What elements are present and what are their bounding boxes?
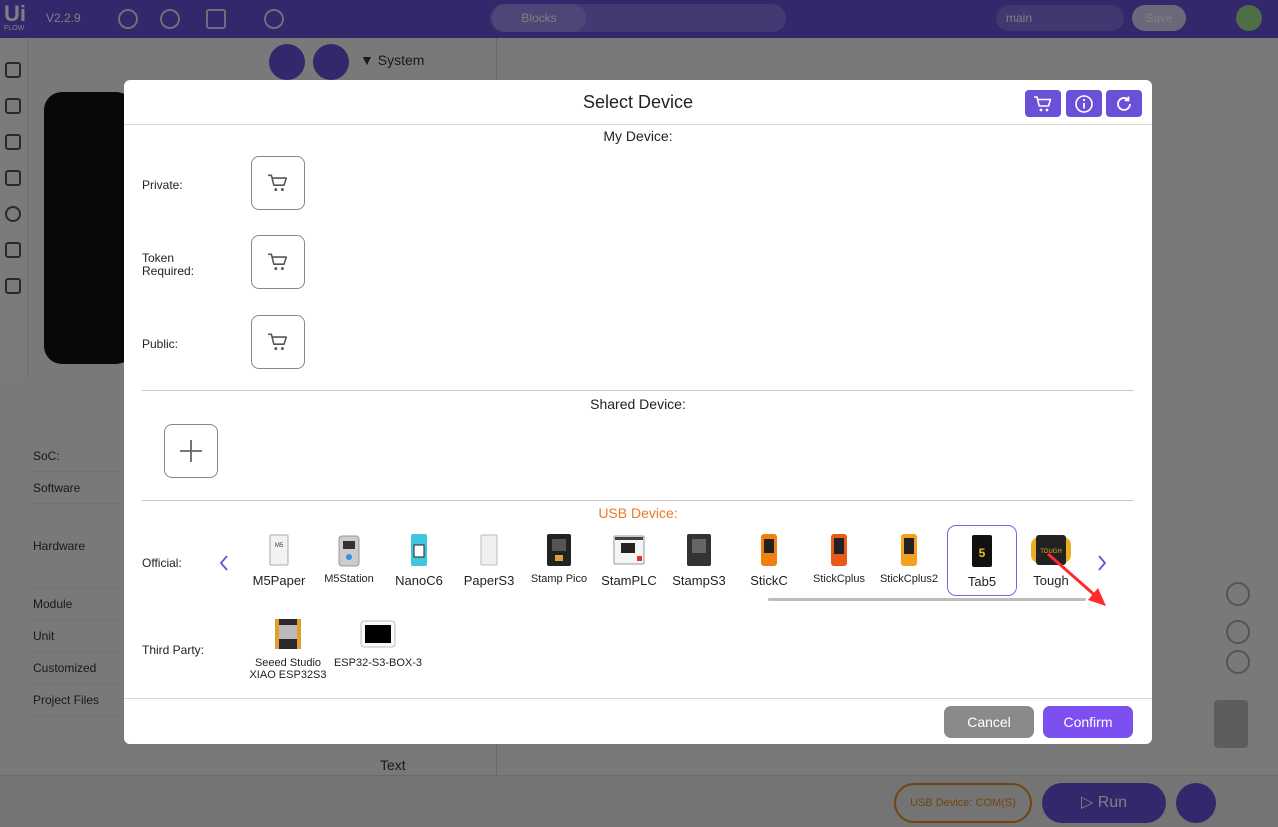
nanoc6-device-icon — [411, 534, 427, 566]
usb-device-title: USB Device: — [598, 505, 678, 521]
svg-text:5: 5 — [979, 546, 986, 560]
cart-icon — [1034, 95, 1052, 111]
divider — [142, 390, 1134, 391]
stickc-device-icon — [761, 534, 777, 566]
info-icon — [1075, 94, 1093, 113]
cart-icon — [268, 174, 288, 192]
private-label: Private: — [142, 178, 183, 192]
add-shared-device-button[interactable] — [164, 424, 218, 478]
token-required-label: Token Required: — [142, 251, 195, 278]
svg-text:M5: M5 — [275, 543, 284, 549]
device-name: StickC — [750, 573, 788, 588]
device-stamp-pico[interactable]: Stamp Pico — [525, 525, 593, 595]
device-stickc[interactable]: StickC — [735, 525, 803, 595]
refresh-icon — [1117, 96, 1131, 111]
annotation-arrow-icon — [1047, 552, 1106, 606]
confirm-button[interactable]: Confirm — [1043, 706, 1133, 738]
stickcplus-device-icon — [831, 534, 847, 566]
papers3-device-icon — [480, 534, 498, 566]
shared-device-title: Shared Device: — [590, 396, 686, 412]
third-party-label: Third Party: — [142, 643, 205, 657]
m5station-device-icon — [338, 535, 360, 567]
cart-icon — [268, 253, 288, 271]
device-m5station[interactable]: M5Station — [315, 525, 383, 595]
device-name: StampS3 — [672, 573, 726, 588]
device-list-scrollbar[interactable] — [768, 598, 1086, 601]
device-name: M5Station — [324, 573, 374, 585]
xiao-esp32s3-device-icon — [275, 619, 301, 649]
divider — [142, 500, 1134, 501]
scroll-left-button[interactable] — [216, 552, 232, 574]
device-name: NanoC6 — [395, 573, 443, 588]
m5paper-device-icon: M5 — [269, 534, 289, 566]
private-store-button[interactable] — [251, 156, 305, 210]
device-name: StamPLC — [601, 573, 657, 588]
dialog-footer: Cancel Confirm — [124, 698, 1152, 744]
device-xiao-esp32s3[interactable]: Seeed Studio XIAO ESP32S3 — [246, 616, 330, 686]
cart-icon — [268, 333, 288, 351]
device-name: StickCplus — [813, 573, 865, 585]
stamps3-device-icon — [687, 534, 711, 566]
select-device-dialog: Select Device My Device: Private: Token … — [124, 80, 1152, 744]
device-m5paper[interactable]: M5 M5Paper — [245, 525, 313, 595]
public-store-button[interactable] — [251, 315, 305, 369]
device-esp32-s3-box-3[interactable]: ESP32-S3-BOX-3 — [334, 616, 422, 686]
device-papers3[interactable]: PaperS3 — [455, 525, 523, 595]
stamplc-device-icon — [613, 535, 645, 565]
device-stamps3[interactable]: StampS3 — [665, 525, 733, 595]
plus-icon — [180, 440, 202, 462]
device-name: Tab5 — [967, 574, 997, 589]
device-name: M5Paper — [252, 573, 306, 588]
public-label: Public: — [142, 337, 179, 351]
device-name: Stamp Pico — [530, 573, 588, 585]
device-tab5[interactable]: 5 Tab5 — [947, 525, 1017, 596]
device-stamplc[interactable]: StamPLC — [595, 525, 663, 595]
refresh-button[interactable] — [1106, 90, 1142, 117]
dialog-header: Select Device — [124, 80, 1152, 125]
official-label: Official: — [142, 556, 182, 570]
dialog-title: Select Device — [582, 92, 694, 112]
device-name: Seeed Studio XIAO ESP32S3 — [249, 657, 327, 681]
info-button[interactable] — [1066, 90, 1102, 117]
device-nanoc6[interactable]: NanoC6 — [385, 525, 453, 595]
my-device-title: My Device: — [603, 128, 673, 144]
device-name: StickCplus2 — [879, 573, 939, 585]
esp32-s3-box3-device-icon — [360, 620, 396, 648]
device-name: PaperS3 — [463, 573, 515, 588]
cancel-button[interactable]: Cancel — [944, 706, 1034, 738]
stickcplus2-device-icon — [901, 534, 917, 566]
tab5-device-icon: 5 — [972, 535, 992, 567]
device-stickcplus[interactable]: StickCplus — [805, 525, 873, 595]
store-button[interactable] — [1025, 90, 1061, 117]
device-name: ESP32-S3-BOX-3 — [333, 657, 423, 669]
chevron-left-icon — [219, 555, 228, 571]
device-stickcplus2[interactable]: StickCplus2 — [875, 525, 943, 595]
token-store-button[interactable] — [251, 235, 305, 289]
stamp-pico-device-icon — [547, 534, 571, 566]
